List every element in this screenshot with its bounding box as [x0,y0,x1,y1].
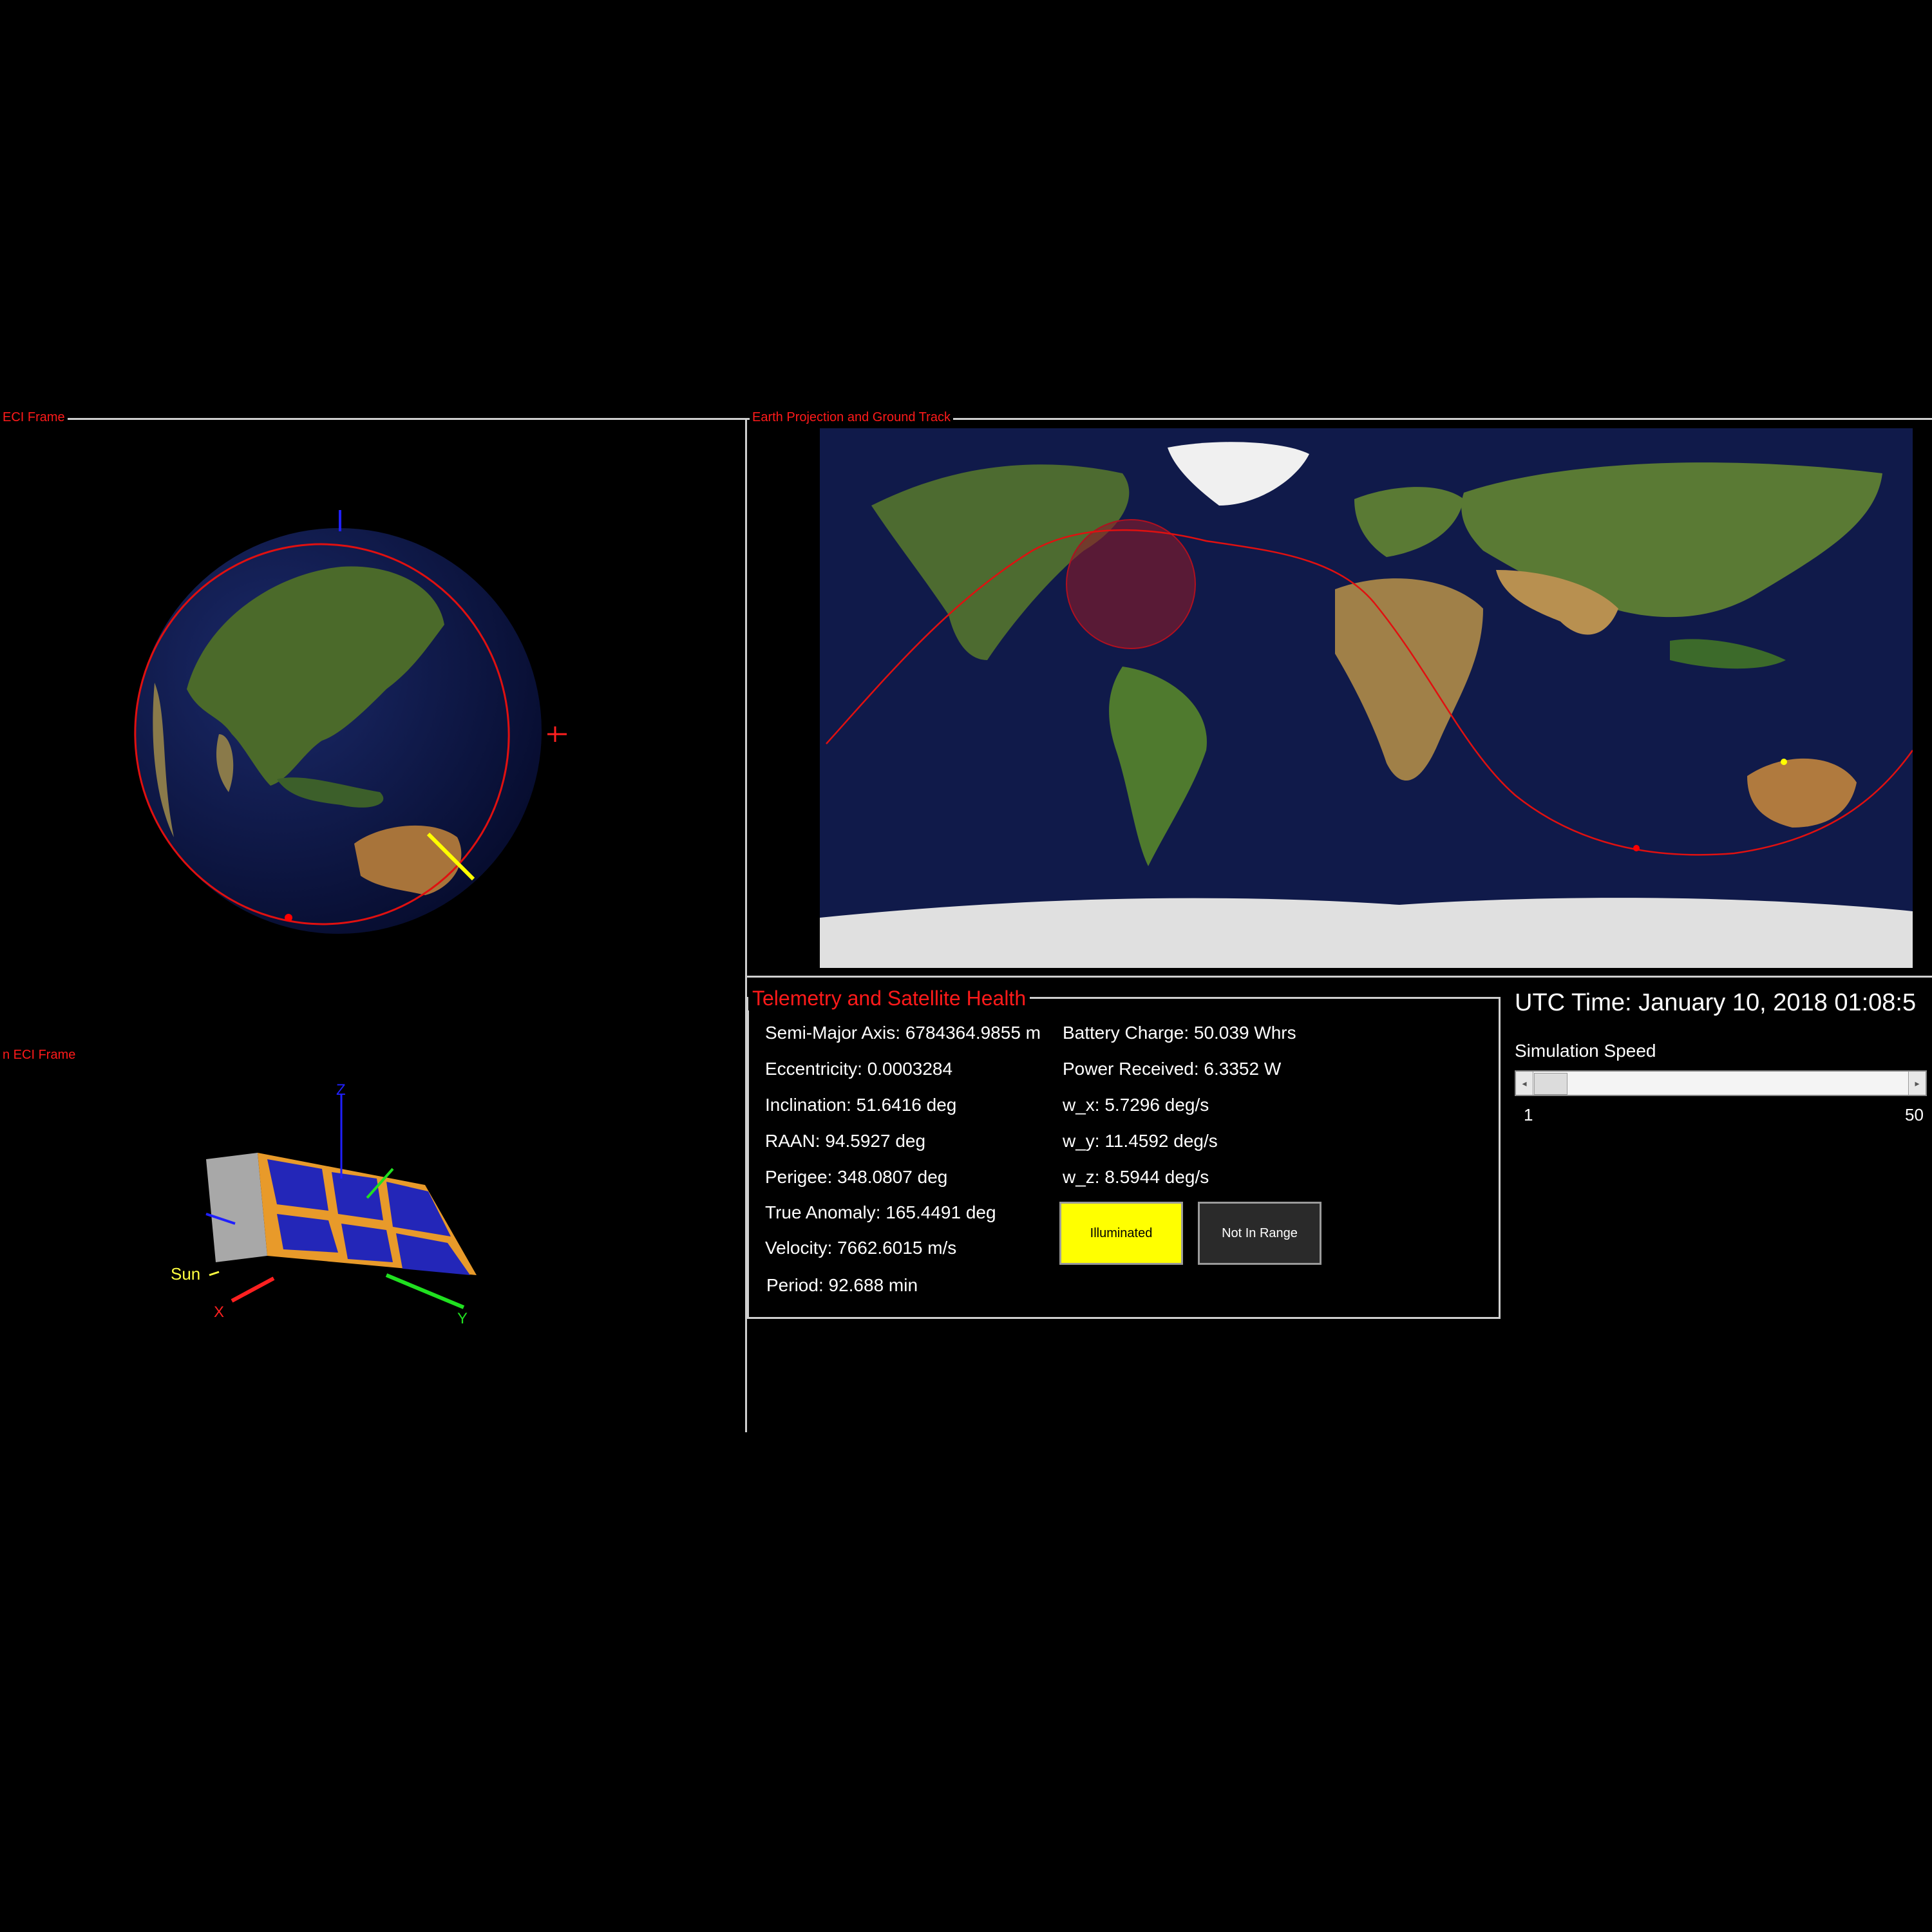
map-bottom-divider [745,976,1932,978]
range-indicator[interactable]: Not In Range [1198,1202,1321,1265]
satellite-ground-position [1633,845,1640,851]
top-divider [0,418,1932,420]
illuminated-indicator[interactable]: Illuminated [1059,1202,1183,1265]
velocity: Velocity: 7662.6015 m/s [765,1238,957,1258]
ground-station-range [1066,519,1196,649]
y-axis-label: Y [457,1310,468,1327]
eci-globe-view[interactable] [109,502,573,953]
power-received: Power Received: 6.3352 W [1063,1059,1282,1079]
ground-track-map[interactable] [820,428,1913,968]
slider-right-arrow[interactable]: ▸ [1908,1072,1926,1095]
telemetry-panel [747,997,1501,1319]
subsolar-point [1781,759,1787,765]
w-x: w_x: 5.7296 deg/s [1063,1095,1209,1115]
w-z: w_z: 8.5944 deg/s [1063,1167,1209,1187]
inclination: Inclination: 51.6416 deg [765,1095,957,1115]
satellite-marker [285,914,292,922]
slider-left-arrow[interactable]: ◂ [1516,1072,1533,1095]
period: Period: 92.688 min [766,1275,918,1295]
body-y-axis [385,1273,465,1309]
sun-label: Sun [171,1264,200,1283]
semi-major-axis: Semi-Major Axis: 6784364.9855 m [765,1023,1041,1043]
slider-thumb[interactable] [1534,1073,1567,1095]
telemetry-title: Telemetry and Satellite Health [748,987,1030,1010]
simulation-speed-label: Simulation Speed [1515,1041,1656,1061]
true-anomaly: True Anomaly: 165.4491 deg [765,1202,996,1222]
eccentricity: Eccentricity: 0.0003284 [765,1059,953,1079]
attitude-frame-label: n ECI Frame [0,1048,79,1063]
w-y: w_y: 11.4592 deg/s [1063,1131,1218,1151]
z-axis-label: Z [336,1082,346,1099]
raan: RAAN: 94.5927 deg [765,1131,926,1151]
simulation-speed-slider[interactable]: ◂ ▸ [1515,1070,1927,1096]
satellite-solar-panel-2 [332,1172,383,1220]
sun-pointer [209,1271,220,1276]
perigee: Perigee: 348.0807 deg [765,1167,948,1187]
body-x-axis [231,1276,275,1303]
slider-min-label: 1 [1524,1105,1533,1124]
x-axis-label: X [214,1303,224,1321]
battery-charge: Battery Charge: 50.039 Whrs [1063,1023,1296,1043]
map-panel-label: Earth Projection and Ground Track [750,410,953,425]
slider-max-label: 50 [1905,1105,1924,1124]
antarctica [820,898,1913,968]
attitude-view[interactable]: Z Y X Sun [155,1082,515,1352]
utc-time: UTC Time: January 10, 2018 01:08:5 [1515,989,1917,1016]
eci-frame-label: ECI Frame [0,410,68,425]
satellite-end-face [206,1153,267,1262]
